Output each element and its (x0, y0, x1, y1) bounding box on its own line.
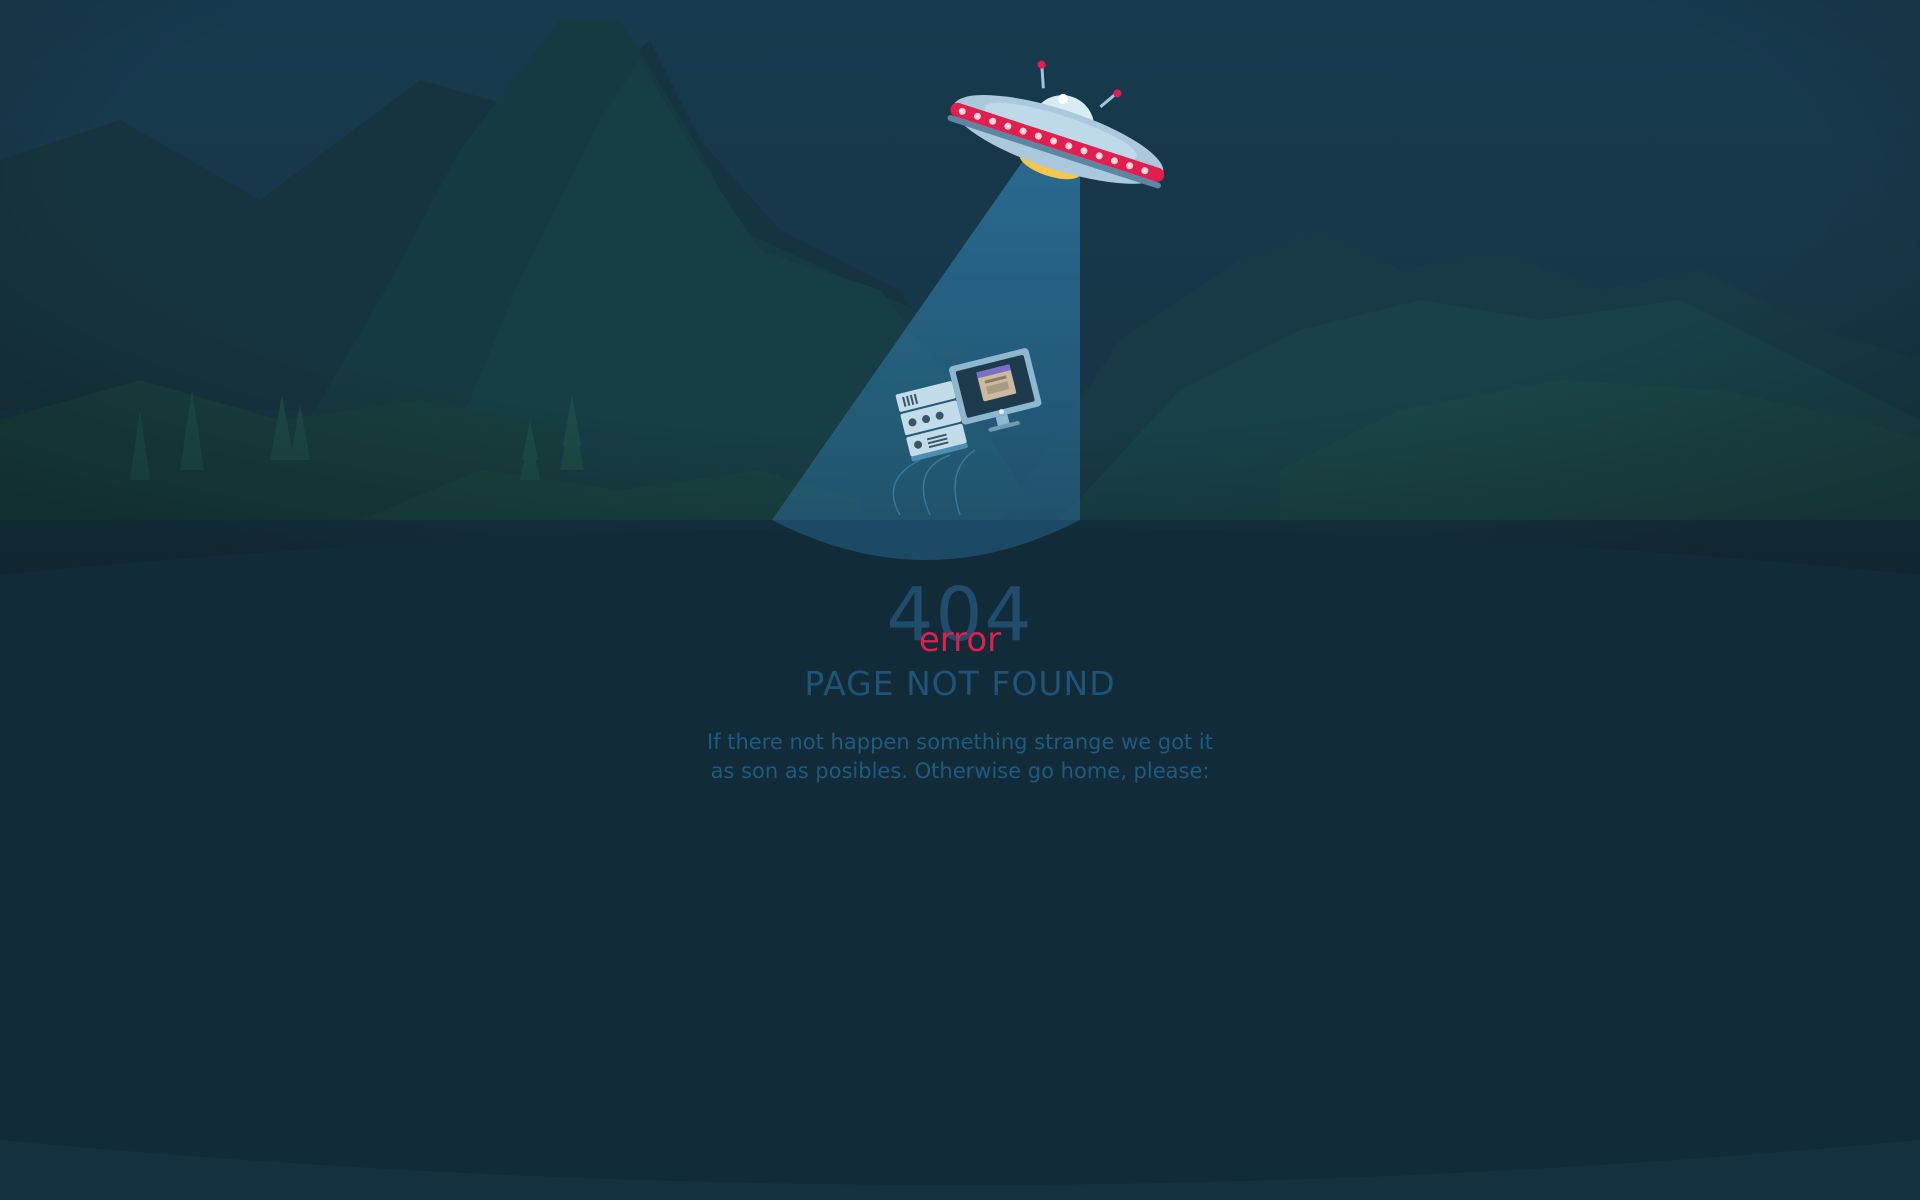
error-message-line-2: as son as posibles. Otherwise go home, p… (710, 759, 1210, 783)
error-code: 404 error (760, 570, 1160, 660)
error-message: If there not happen something strange we… (680, 728, 1240, 786)
error-code-label: error (918, 620, 1002, 660)
error-message-line-1: If there not happen something strange we… (707, 730, 1213, 754)
error-page: 404 error PAGE NOT FOUND If there not ha… (0, 0, 1920, 1200)
error-content: 404 error PAGE NOT FOUND If there not ha… (0, 570, 1920, 786)
page-title: PAGE NOT FOUND (804, 664, 1116, 703)
